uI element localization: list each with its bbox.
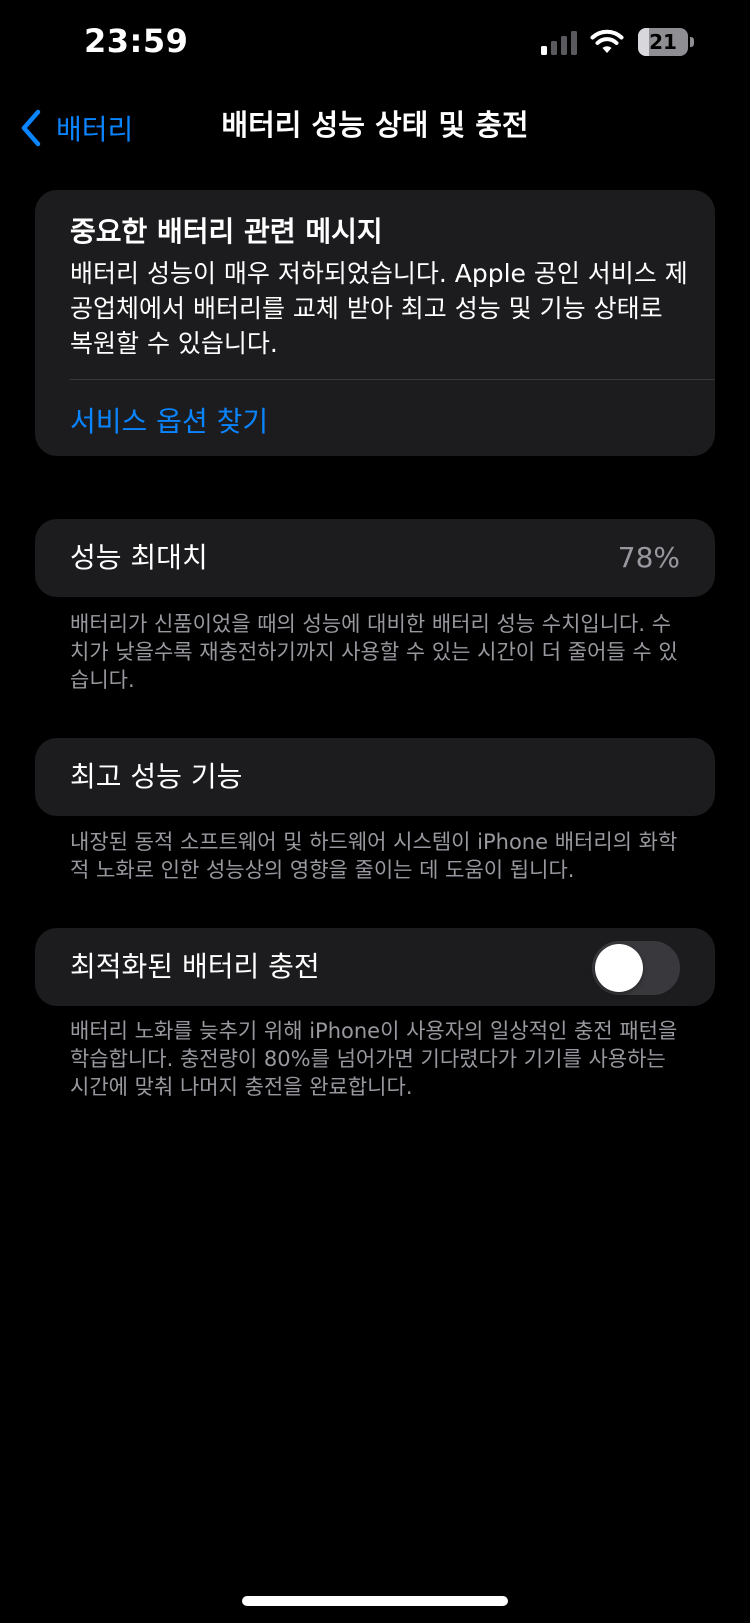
alert-body: 배터리 성능이 매우 저하되었습니다. Apple 공인 서비스 제공업체에서 …	[70, 259, 688, 358]
status-bar: 23:59 21	[0, 0, 750, 90]
battery-body: 21	[638, 28, 688, 56]
battery-level: 21	[649, 30, 677, 54]
max-capacity-value: 78%	[617, 541, 680, 574]
peak-performance-footnote: 내장된 동적 소프트웨어 및 하드웨어 시스템이 iPhone 배터리의 화학적…	[70, 830, 678, 882]
alert-title: 중요한 배터리 관련 메시지	[70, 215, 383, 248]
cellular-signal-icon	[541, 31, 577, 55]
battery-alert-card: 중요한 배터리 관련 메시지 배터리 성능이 매우 저하되었습니다. Apple…	[35, 190, 715, 456]
battery-icon: 21	[638, 28, 694, 58]
wifi-icon	[590, 29, 624, 53]
toggle-knob	[595, 944, 643, 992]
optimized-charging-row: 최적화된 배터리 충전	[35, 928, 715, 1006]
optimized-charging-toggle[interactable]	[592, 941, 680, 995]
status-time: 23:59	[84, 22, 189, 60]
max-capacity-row: 성능 최대치 78%	[35, 519, 715, 597]
alert-divider	[70, 379, 715, 380]
peak-performance-label: 최고 성능 기능	[70, 760, 243, 793]
peak-performance-row: 최고 성능 기능	[35, 738, 715, 816]
max-capacity-footnote: 배터리가 신품이었을 때의 성능에 대비한 배터리 성능 수치입니다. 수치가 …	[70, 612, 678, 692]
home-indicator[interactable]	[242, 1596, 508, 1606]
battery-cap	[690, 37, 694, 47]
max-capacity-label: 성능 최대치	[70, 541, 208, 574]
find-service-options-link[interactable]: 서비스 옵션 찾기	[70, 400, 268, 440]
optimized-charging-label: 최적화된 배터리 충전	[70, 950, 320, 983]
navigation-bar: 배터리 배터리 성능 상태 및 충전	[0, 90, 750, 178]
optimized-charging-footnote: 배터리 노화를 늦추기 위해 iPhone이 사용자의 일상적인 충전 패턴을 …	[70, 1019, 678, 1099]
page-title: 배터리 성능 상태 및 충전	[221, 108, 529, 142]
